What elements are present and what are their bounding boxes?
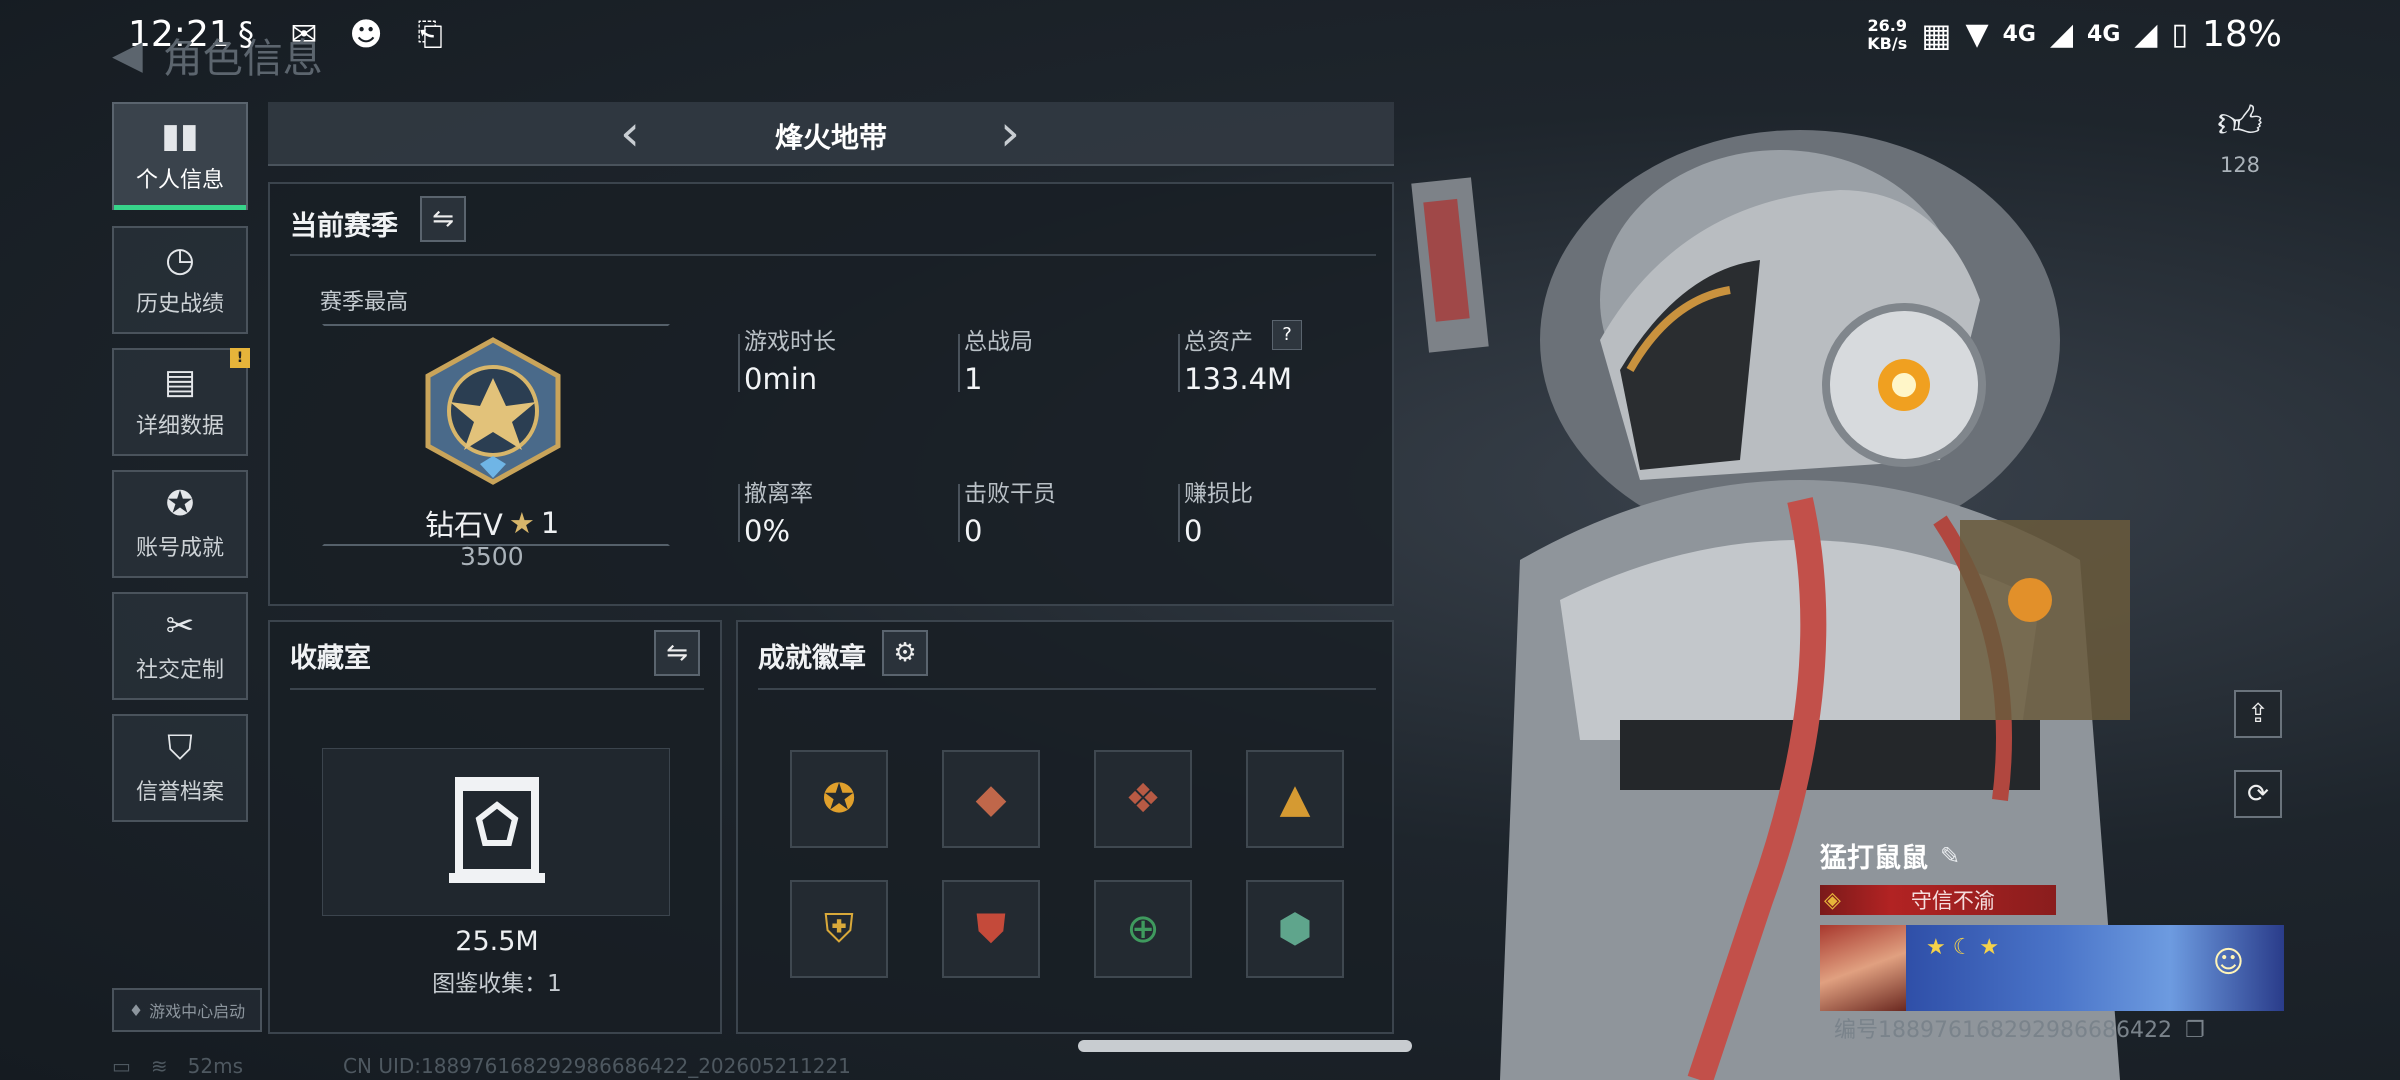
credit-title: 守信不渝 xyxy=(1910,889,1995,913)
player-id: 编号1889761682929866864​22 ❐ xyxy=(1834,1018,2205,1043)
stat-value-playtime: 0min xyxy=(744,362,818,396)
collection-panel: 收藏室 ⇋ 25.5M 图鉴收集：1 xyxy=(268,620,722,1034)
stat-value-profit-ratio: 0 xyxy=(1184,514,1203,548)
rank-stars: 1 xyxy=(540,506,560,540)
qq-icon: ☻ xyxy=(349,15,383,53)
like-button[interactable]: 👍︎ 128 xyxy=(2210,96,2270,177)
hornet-badge-icon[interactable]: ⬢ xyxy=(1246,880,1344,978)
stat-label-assets: 总资产 xyxy=(1184,329,1253,355)
nav-item-credit[interactable]: ⛉ 信誉档案 xyxy=(112,714,248,822)
stat-label-extract-rate: 撤离率 xyxy=(744,481,813,507)
stat-label-kills: 击败干员 xyxy=(964,481,1056,507)
badge-settings-button[interactable]: ⚙ xyxy=(882,630,928,676)
rank-name-row: 钻石V ★ 1 xyxy=(425,502,559,544)
divider xyxy=(290,254,1376,256)
vault-icon xyxy=(449,777,545,883)
help-icon[interactable]: ? xyxy=(1272,320,1302,350)
game-center-button[interactable]: ♦ 游戏中心启动 xyxy=(112,988,262,1032)
rank-emblem-icon xyxy=(418,336,568,486)
season-title: 当前赛季 xyxy=(290,211,398,242)
phone-sync-icon: ⎗ xyxy=(417,15,443,53)
nav-item-detailed-data[interactable]: ! ▤ 详细数据 xyxy=(112,348,250,456)
season-panel: 当前赛季 ⇋ 赛季最高 钻石V ★ 1 3500 游戏时长 0min 总战局 1… xyxy=(268,182,1394,606)
divider xyxy=(738,334,740,392)
divider xyxy=(738,484,740,542)
stat-value-matches: 1 xyxy=(964,362,983,396)
stat-value-kills: 0 xyxy=(964,514,983,548)
credit-medal-icon: ◈ xyxy=(1824,887,1841,913)
season-best-label: 赛季最高 xyxy=(320,290,409,315)
share-button[interactable]: ⇪ xyxy=(2234,690,2282,738)
mode-tab-bar: ‹ 烽火地带 › xyxy=(268,102,1394,166)
copy-icon[interactable]: ❐ xyxy=(2185,1018,2205,1043)
star-medal-icon[interactable]: ✪ xyxy=(790,750,888,848)
nav-item-history[interactable]: ◷ 历史战绩 xyxy=(112,226,248,334)
back-arrow-icon: ◀ xyxy=(112,32,143,78)
switch-season-button[interactable]: ⇋ xyxy=(420,196,466,242)
badges-title: 成就徽章 xyxy=(758,643,866,674)
collection-value: 25.5M xyxy=(455,926,539,957)
thumbs-up-icon: 👍︎ xyxy=(2217,97,2263,148)
player-name-row: 猛打鼠鼠 ✎ xyxy=(1820,836,2284,875)
stat-value-extract-rate: 0% xyxy=(744,514,791,548)
stat-label-playtime: 游戏时长 xyxy=(744,329,836,355)
collection-title: 收藏室 xyxy=(290,643,371,674)
banner-art: ★ ☾ ★ ☺ xyxy=(1906,925,2284,1011)
clock-history-icon: ◷ xyxy=(165,240,195,280)
footer-info: ▭ ≋ 52ms CN UID:18897616829298668642​2_2… xyxy=(112,1054,851,1078)
wifi-small-icon: ≋ xyxy=(150,1054,168,1078)
refresh-button[interactable]: ⟳ xyxy=(2234,770,2282,818)
bar-chart-icon: ▮▮ xyxy=(161,116,199,156)
collection-count: 图鉴收集：1 xyxy=(432,971,562,997)
character-decor-icon: ☺ xyxy=(2212,945,2244,980)
nav-item-social[interactable]: ✂ 社交定制 xyxy=(112,592,248,700)
divider xyxy=(1178,334,1180,392)
battery-small-icon: ▭ xyxy=(112,1054,131,1078)
home-indicator[interactable] xyxy=(1078,1040,1412,1052)
page-title: 角色信息 xyxy=(162,36,323,82)
rank-score: 3500 xyxy=(460,542,524,571)
divider xyxy=(1178,484,1180,542)
avatar xyxy=(1820,925,1906,1011)
warning-badge: ! xyxy=(230,348,250,368)
back-button[interactable]: ◀ 角色信息 xyxy=(112,26,323,84)
uid-footer: CN UID:18897616829298668642​2_2026052112… xyxy=(343,1054,851,1078)
eagle-crest-icon[interactable]: ⛊ xyxy=(942,880,1040,978)
star-decor-icon: ★ ☾ ★ xyxy=(1926,935,2000,960)
bell-icon: ♦ xyxy=(128,1000,144,1020)
nav-item-personal-info[interactable]: ▮▮ 个人信息 xyxy=(112,102,248,210)
player-card: 猛打鼠鼠 ✎ ◈ 守信不渝 ★ ☾ ★ ☺ xyxy=(1820,836,2284,1011)
wing-shield-icon[interactable]: ⛨ xyxy=(790,880,888,978)
stat-label-matches: 总战局 xyxy=(964,329,1033,355)
ping-value: 52ms xyxy=(187,1054,244,1078)
star-icon: ★ xyxy=(508,506,535,540)
divider xyxy=(958,484,960,542)
divider xyxy=(958,334,960,392)
divider xyxy=(758,688,1376,690)
player-name: 猛打鼠鼠 xyxy=(1820,843,1928,874)
collection-display[interactable] xyxy=(322,748,670,916)
dragon-badge-icon[interactable]: ❖ xyxy=(1094,750,1192,848)
edit-icon[interactable]: ✎ xyxy=(1940,842,1960,870)
folder-icon: ▤ xyxy=(163,362,197,402)
rank-name: 钻石V xyxy=(425,508,503,542)
next-mode-button[interactable]: › xyxy=(1000,108,1020,158)
pyramid-badge-icon[interactable]: ▲ xyxy=(1246,750,1344,848)
stat-label-profit-ratio: 赚损比 xyxy=(1184,481,1253,507)
switch-collection-button[interactable]: ⇋ xyxy=(654,630,700,676)
divider xyxy=(290,688,704,690)
achievement-icon: ✪ xyxy=(165,484,195,524)
mode-title: 烽火地带 xyxy=(774,121,887,154)
credit-title-bar: ◈ 守信不渝 xyxy=(1820,885,2056,915)
runner-badge-icon[interactable]: ◆ xyxy=(942,750,1040,848)
nav-item-achievements[interactable]: ✪ 账号成就 xyxy=(112,470,248,578)
tools-icon: ✂ xyxy=(165,606,195,646)
badges-panel: 成就徽章 ⚙ ✪ ◆ ❖ ▲ ⛨ ⛊ ⊕ ⬢ xyxy=(736,620,1394,1034)
crosshair-shield-icon[interactable]: ⊕ xyxy=(1094,880,1192,978)
stat-value-assets: 133.4M xyxy=(1184,362,1293,396)
like-count: 128 xyxy=(2219,153,2261,177)
shield-icon: ⛉ xyxy=(167,728,193,768)
card-banner[interactable]: ★ ☾ ★ ☺ xyxy=(1820,925,2284,1011)
